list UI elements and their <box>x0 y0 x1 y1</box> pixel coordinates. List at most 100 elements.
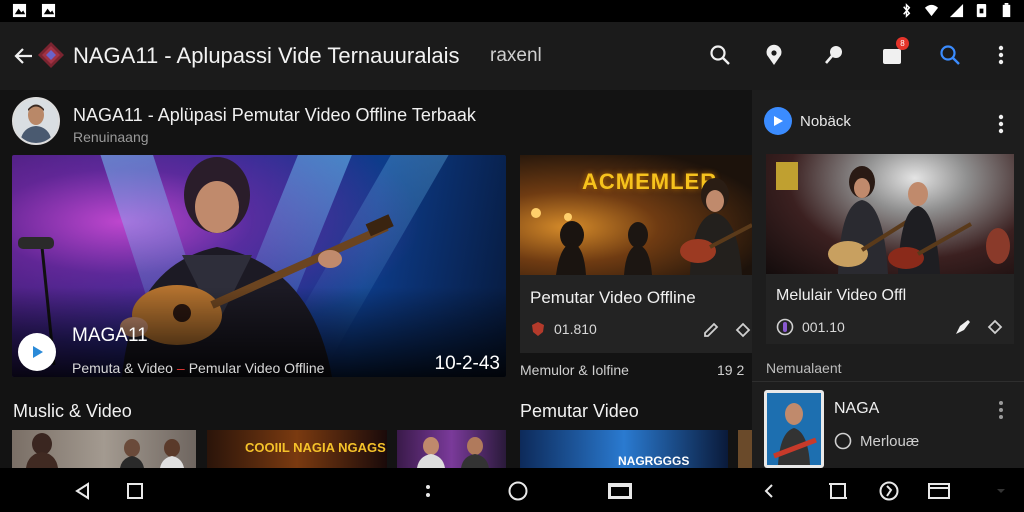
nav-square-button[interactable] <box>827 480 849 502</box>
nav-window-button[interactable] <box>926 480 952 502</box>
channel-badge-icon <box>776 318 794 336</box>
featured-date: 10-2-43 <box>434 353 501 374</box>
channel-title[interactable]: NAGA11 - Aplüpasi Pemutar Video Offline … <box>73 105 476 126</box>
row-caption-left: Memulor & Iolfine <box>520 362 629 378</box>
share-icon[interactable] <box>734 321 752 339</box>
side-channel-logo-icon <box>774 116 783 126</box>
play-button[interactable] <box>18 333 56 371</box>
divider <box>752 381 1024 382</box>
recents-square-icon <box>127 483 143 499</box>
notification-badge: 8 <box>896 37 909 50</box>
gallery-notification-icon <box>41 3 56 18</box>
section-title-pemutar-video: Pemutar Video <box>520 401 639 421</box>
status-bar <box>0 0 1024 22</box>
side-video-meta-text: 001.10 <box>802 319 845 335</box>
poster-image <box>767 393 821 465</box>
side-video-card[interactable]: Melulair Video Offl 001.10 <box>766 154 1014 344</box>
video-meta: 01.810 <box>530 321 597 337</box>
wifi-icon <box>924 4 939 17</box>
strip-thumbnail[interactable] <box>12 430 196 468</box>
separator-dash: – <box>176 360 185 376</box>
strip-thumbnail[interactable] <box>397 430 506 468</box>
nav-back-button[interactable] <box>72 480 94 502</box>
side-panel: Nobäck Melulair Video Offl 001.10 Nemual… <box>752 90 1024 468</box>
side-item-title[interactable]: NAGA <box>834 400 879 418</box>
side-video-actions <box>954 318 1004 336</box>
signal-icon <box>949 3 964 18</box>
avatar[interactable] <box>12 97 60 145</box>
side-video-thumbnail <box>766 154 1014 274</box>
edit-icon[interactable] <box>702 321 720 339</box>
thumbnail-image <box>26 433 184 468</box>
side-channel-logo <box>764 107 792 135</box>
row-caption-right: 19 2 <box>717 362 745 378</box>
sim-icon <box>976 3 987 18</box>
location-button[interactable] <box>761 42 787 68</box>
channel-shield-icon <box>532 322 544 336</box>
nav-home-button[interactable] <box>507 480 529 502</box>
avatar-image <box>14 99 58 143</box>
share-icon[interactable] <box>986 318 1004 336</box>
image-notification-icon <box>12 3 27 18</box>
app-title: NAGA11 - Aplupassi Vide Ternauuralais <box>73 43 460 68</box>
channel-subtitle: Renuinaang <box>73 129 149 145</box>
side-video-meta: 001.10 <box>776 318 845 336</box>
search-icon <box>710 45 730 65</box>
nav-menu-button[interactable] <box>417 480 439 502</box>
strip-poster-text: COOIIL NAGIA NGAGS <box>245 440 386 455</box>
video-thumbnail: ACMEMLER <box>520 155 752 275</box>
edit-icon[interactable] <box>954 318 972 336</box>
side-section-label: Nemualaent <box>766 360 842 376</box>
more-vert-icon[interactable] <box>998 400 1004 420</box>
featured-subtitle-right: Pemular Video Offline <box>188 360 325 376</box>
side-item-subtitle-text: Merlouæ <box>860 432 920 450</box>
strip-thumbnail[interactable]: COOIIL NAGIA NGAGS <box>207 430 387 468</box>
app-logo <box>38 42 64 68</box>
search-blue-button[interactable] <box>937 42 963 68</box>
app-subtitle: raxenl <box>490 45 542 66</box>
video-actions <box>702 321 752 339</box>
strip-thumbnail[interactable]: NAGRGGGS <box>520 430 728 468</box>
featured-video[interactable]: MAGA11 Pemuta & Video – Pemular Video Offl… <box>12 155 506 377</box>
navigation-bar <box>0 468 1024 512</box>
refresh-circle-icon <box>834 432 852 450</box>
strip-poster-text: NAGRGGGS <box>618 454 690 468</box>
search-icon-blue <box>940 45 960 65</box>
nav-expand-button[interactable] <box>990 480 1012 502</box>
more-vert-icon <box>998 45 1004 65</box>
chevron-left-icon <box>764 484 773 498</box>
pin-button[interactable] <box>821 42 847 68</box>
side-item-subtitle: Merlouæ <box>834 432 919 450</box>
pin-icon <box>825 46 842 64</box>
video-card[interactable]: ACMEMLER Pemutar Video Offline 01.810 <box>520 155 752 353</box>
window-icon <box>928 483 950 499</box>
more-options-button[interactable] <box>988 42 1014 68</box>
main-content: NAGA11 - Aplüpasi Pemutar Video Offline … <box>0 90 752 468</box>
side-header[interactable]: Nobäck <box>764 107 851 135</box>
dots-icon <box>426 485 430 497</box>
nav-assistant-button[interactable] <box>878 480 900 502</box>
play-icon <box>33 346 43 358</box>
side-item-poster[interactable] <box>764 390 824 468</box>
search-button[interactable] <box>707 42 733 68</box>
side-channel-name: Nobäck <box>800 112 851 130</box>
concert-scene-image <box>776 162 1010 274</box>
back-arrow-icon[interactable] <box>12 44 36 68</box>
nav-recents-button[interactable] <box>124 480 146 502</box>
featured-title: MAGA11 <box>72 325 148 346</box>
chevron-down-icon <box>997 489 1005 493</box>
more-vert-icon[interactable] <box>998 114 1004 134</box>
side-video-title: Melulair Video Offl <box>776 287 907 304</box>
location-pin-icon <box>766 44 782 65</box>
overview-icon <box>608 483 632 499</box>
nav-overview-button[interactable] <box>607 480 633 502</box>
video-title: Pemutar Video Offline <box>530 288 696 307</box>
notifications-button[interactable]: 8 <box>879 37 909 68</box>
crop-square-icon <box>829 483 847 499</box>
nav-back-secondary-button[interactable] <box>758 480 780 502</box>
stage-scene-image <box>531 178 752 275</box>
bluetooth-icon <box>903 3 911 18</box>
back-triangle-icon <box>75 482 89 500</box>
strip-thumbnail[interactable] <box>738 430 752 468</box>
section-title-music-video: Muslic & Video <box>13 401 132 421</box>
